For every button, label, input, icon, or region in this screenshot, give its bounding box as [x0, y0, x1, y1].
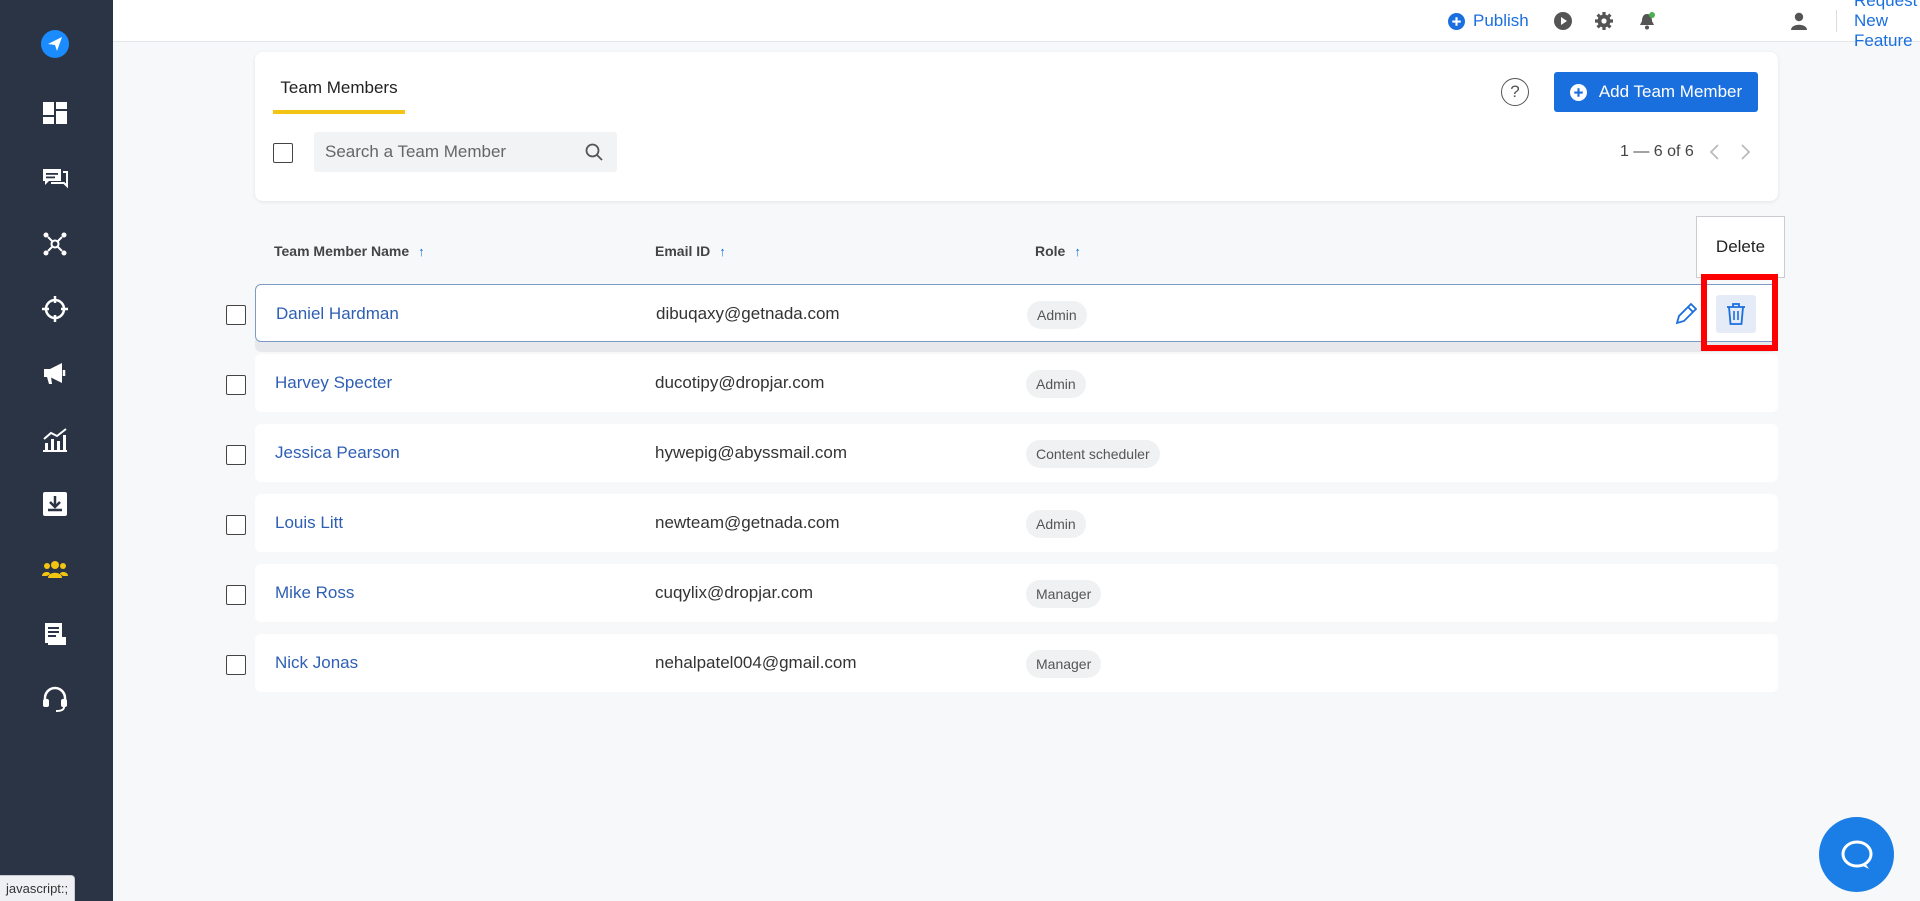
- download-icon[interactable]: [37, 486, 73, 522]
- table-row[interactable]: Nick Jonas nehalpatel004@gmail.com Manag…: [255, 634, 1778, 692]
- member-name-link[interactable]: Jessica Pearson: [275, 443, 400, 463]
- add-team-member-button[interactable]: Add Team Member: [1554, 72, 1758, 112]
- chevron-right-icon[interactable]: [1735, 142, 1755, 162]
- delete-tooltip: Delete: [1696, 216, 1785, 278]
- table-row[interactable]: Louis Litt newteam@getnada.com Admin: [255, 494, 1778, 552]
- notification-bell-icon[interactable]: [1637, 9, 1657, 33]
- row-checkbox[interactable]: [226, 445, 246, 465]
- trash-icon: [1727, 303, 1745, 325]
- column-header-name[interactable]: Team Member Name ↑: [274, 243, 425, 259]
- row-checkbox[interactable]: [226, 515, 246, 535]
- sort-arrow-icon: ↑: [1074, 243, 1081, 259]
- search-icon[interactable]: [585, 143, 603, 161]
- plus-circle-icon: [1448, 12, 1465, 30]
- row-checkbox[interactable]: [226, 305, 246, 325]
- table-row[interactable]: Daniel Hardman dibuqaxy@getnada.com Admi…: [255, 284, 1778, 342]
- table-row[interactable]: Mike Ross cuqylix@dropjar.com Manager: [255, 564, 1778, 622]
- publish-label: Publish: [1473, 11, 1529, 30]
- member-email: newteam@getnada.com: [655, 513, 840, 532]
- gear-icon[interactable]: [1594, 9, 1614, 33]
- request-new-feature-link[interactable]: Request New Feature: [1854, 0, 1920, 50]
- help-icon[interactable]: ?: [1501, 78, 1529, 106]
- column-header-email[interactable]: Email ID ↑: [655, 243, 726, 259]
- search-box: [314, 132, 617, 172]
- sort-arrow-icon: ↑: [418, 243, 425, 259]
- reports-icon[interactable]: [37, 616, 73, 652]
- tab-team-members[interactable]: Team Members: [273, 78, 405, 114]
- role-badge: Manager: [1026, 650, 1102, 678]
- member-email: hywepig@abyssmail.com: [655, 443, 848, 462]
- member-name-link[interactable]: Mike Ross: [275, 583, 354, 603]
- network-icon[interactable]: [37, 226, 73, 262]
- dashboard-icon[interactable]: [37, 95, 73, 131]
- row-checkbox[interactable]: [226, 375, 246, 395]
- role-badge: Admin: [1027, 301, 1087, 329]
- logo-icon[interactable]: [37, 26, 73, 62]
- member-email: dibuqaxy@getnada.com: [656, 304, 840, 323]
- role-badge: Admin: [1026, 370, 1086, 398]
- team-members-card: Team Members ? Add Team Member 1 — 6 of …: [255, 52, 1778, 201]
- column-header-role-label: Role: [1035, 243, 1066, 259]
- chevron-left-icon[interactable]: [1705, 142, 1725, 162]
- column-header-email-label: Email ID: [655, 243, 711, 259]
- publish-button[interactable]: Publish: [1448, 9, 1529, 33]
- support-icon[interactable]: [37, 681, 73, 717]
- chat-bubble-icon: [1841, 840, 1872, 869]
- analytics-icon[interactable]: [37, 422, 73, 458]
- column-header-role[interactable]: Role ↑: [1035, 243, 1081, 259]
- megaphone-icon[interactable]: [37, 355, 73, 391]
- chat-launcher-button[interactable]: [1819, 817, 1894, 892]
- pagination-count: 1 — 6 of 6: [1620, 143, 1694, 160]
- member-email: ducotipy@dropjar.com: [655, 373, 825, 392]
- delete-button[interactable]: [1716, 295, 1756, 333]
- table-row[interactable]: Harvey Specter ducotipy@dropjar.com Admi…: [255, 354, 1778, 412]
- member-name-link[interactable]: Nick Jonas: [275, 653, 358, 673]
- search-input[interactable]: [314, 132, 617, 172]
- member-name-link[interactable]: Daniel Hardman: [276, 304, 399, 324]
- role-badge: Admin: [1026, 510, 1086, 538]
- member-name-link[interactable]: Louis Litt: [275, 513, 343, 533]
- user-icon[interactable]: [1789, 9, 1809, 33]
- select-all-checkbox[interactable]: [273, 143, 293, 163]
- browser-status-bar: javascript:;: [0, 875, 76, 901]
- row-checkbox[interactable]: [226, 585, 246, 605]
- sidebar: [0, 0, 113, 901]
- topbar-divider: [1836, 10, 1837, 32]
- add-team-member-label: Add Team Member: [1598, 82, 1743, 101]
- messages-icon[interactable]: [37, 160, 73, 196]
- sort-arrow-icon: ↑: [719, 243, 726, 259]
- row-checkbox[interactable]: [226, 655, 246, 675]
- role-badge: Content scheduler: [1026, 440, 1160, 468]
- team-icon[interactable]: [37, 551, 73, 587]
- member-name-link[interactable]: Harvey Specter: [275, 373, 392, 393]
- column-header-name-label: Team Member Name: [274, 243, 410, 259]
- role-badge: Manager: [1026, 580, 1102, 608]
- play-icon[interactable]: [1553, 9, 1573, 33]
- member-email: cuqylix@dropjar.com: [655, 583, 814, 602]
- plus-circle-icon: [1569, 83, 1587, 101]
- edit-pencil-icon[interactable]: [1671, 299, 1701, 329]
- table-row[interactable]: Jessica Pearson hywepig@abyssmail.com Co…: [255, 424, 1778, 482]
- top-bar: Publish Request New Feature: [113, 0, 1920, 50]
- target-icon[interactable]: [37, 291, 73, 327]
- member-email: nehalpatel004@gmail.com: [655, 653, 857, 672]
